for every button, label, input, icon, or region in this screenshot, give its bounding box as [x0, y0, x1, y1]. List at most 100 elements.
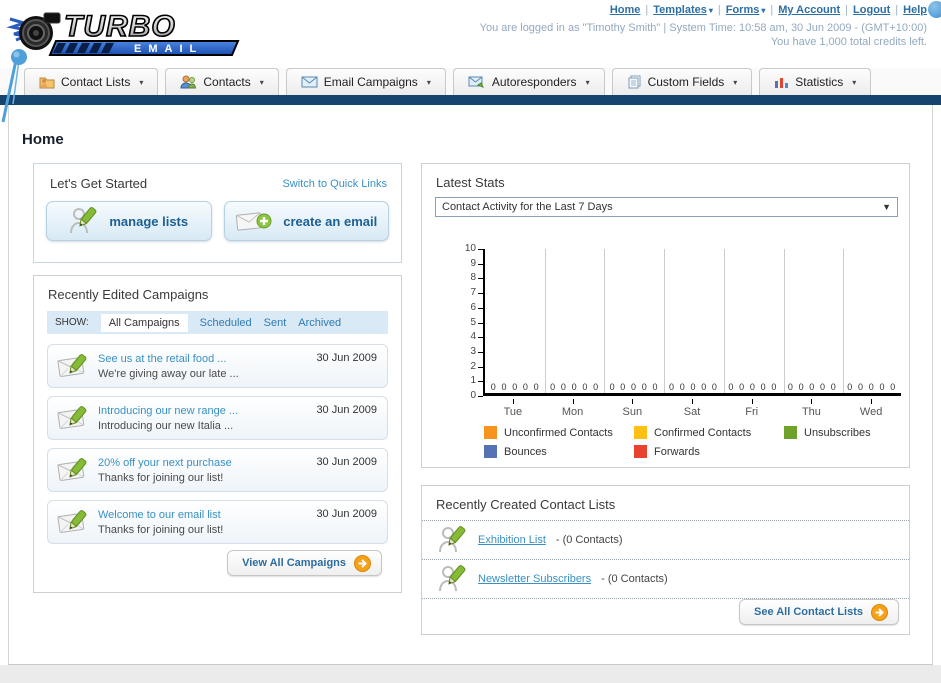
chart-gridline — [843, 249, 844, 393]
contact-list-items: Exhibition List - (0 Contacts) Newsletter … — [422, 520, 909, 599]
chart-value-label: 0 — [593, 382, 599, 392]
chart-gridline — [664, 249, 665, 393]
x-axis-tick — [632, 399, 634, 404]
chevron-down-icon: ▾ — [426, 77, 431, 87]
contact-list-link[interactable]: Exhibition List — [478, 534, 546, 546]
app-window: TURBO EMAIL Home | Templates ▾ | Forms ▾ | My Ac… — [0, 0, 941, 683]
nav-tab-email-campaigns[interactable]: Email Campaigns ▾ — [285, 68, 446, 95]
y-axis-tick — [478, 307, 483, 309]
header-link-help[interactable]: Help — [903, 4, 927, 16]
campaigns-title: Recently Edited Campaigns — [48, 287, 209, 302]
chart-value-label: 0 — [512, 382, 518, 392]
nav-accent-bar — [0, 95, 941, 105]
header-link-templates[interactable]: Templates — [653, 4, 707, 16]
see-all-contact-lists-label: See All Contact Lists — [753, 606, 863, 618]
view-all-campaigns-button[interactable]: View All Campaigns — [227, 550, 382, 576]
header-link-logout[interactable]: Logout — [853, 4, 890, 16]
campaign-filter-scheduled[interactable]: Scheduled — [200, 317, 252, 329]
logo-text-email: EMAIL — [134, 43, 203, 55]
contact-list-link[interactable]: Newsletter Subscribers — [478, 573, 591, 585]
campaign-title-link[interactable]: 20% off your next purchase — [98, 457, 232, 469]
chart-value-group: 00000 — [723, 382, 782, 392]
chart-value-label: 0 — [652, 382, 658, 392]
campaign-subtitle: Thanks for joining our list! — [98, 523, 224, 536]
nav-tab-contacts[interactable]: Contacts ▾ — [165, 68, 279, 95]
legend-label: Confirmed Contacts — [654, 426, 752, 439]
campaign-title-link[interactable]: Welcome to our email list — [98, 509, 223, 521]
campaign-filter-archived[interactable]: Archived — [298, 317, 341, 329]
legend-swatch — [484, 445, 497, 458]
y-axis-tick-label: 4 — [470, 331, 476, 343]
envelope-plus-icon — [235, 208, 273, 234]
stats-period-dropdown[interactable]: Contact Activity for the Last 7 Days ▼ — [435, 197, 898, 217]
campaign-date: 30 Jun 2009 — [316, 508, 377, 520]
header-link-my-account[interactable]: My Account — [778, 4, 840, 16]
manage-lists-button[interactable]: manage lists — [46, 201, 212, 241]
x-axis-label: Tue — [503, 406, 523, 418]
nav-tab-custom-fields[interactable]: Custom Fields ▾ — [611, 68, 753, 95]
x-axis-label: Fri — [745, 406, 759, 418]
x-axis-label: Wed — [859, 406, 883, 418]
campaign-subtitle: We're giving away our late ... — [98, 367, 239, 380]
contact-list-item[interactable]: Newsletter Subscribers - (0 Contacts) — [422, 559, 909, 598]
chart-value-label: 0 — [679, 382, 685, 392]
nav-tab-contact-lists[interactable]: Contact Lists ▾ — [24, 68, 159, 95]
header-link-forms[interactable]: Forms — [726, 4, 760, 16]
y-axis-tick — [478, 337, 483, 339]
legend-swatch — [634, 445, 647, 458]
chart-value-label: 0 — [890, 382, 896, 392]
y-axis-tick-label: 0 — [470, 390, 476, 401]
chart-value-label: 0 — [830, 382, 836, 392]
x-axis-tick — [692, 399, 693, 404]
header-right: Home | Templates ▾ | Forms ▾ | My Account | Logout… — [480, 4, 927, 48]
turbo-email-logo: TURBO EMAIL — [6, 3, 256, 59]
envelope-icon — [301, 76, 318, 88]
campaign-subtitle: Introducing our new Italia ... — [98, 419, 234, 432]
link-separator: | — [895, 4, 899, 16]
legend-swatch — [484, 426, 497, 439]
logo-text-turbo: TURBO — [64, 10, 176, 43]
campaign-filter-sent[interactable]: Sent — [264, 317, 287, 329]
chart-value-label: 0 — [560, 382, 566, 392]
nav-tab-statistics[interactable]: Statistics ▾ — [759, 68, 872, 95]
campaign-text: See us at the retail food ... We're givin… — [98, 353, 239, 380]
chart-value-label: 0 — [490, 382, 496, 392]
campaign-title-link[interactable]: Introducing our new range ... — [98, 405, 238, 417]
legend-item-bounces: Bounces — [484, 445, 634, 458]
chart-value-label: 0 — [760, 382, 766, 392]
campaign-list-item[interactable]: See us at the retail food ... We're givin… — [47, 344, 388, 388]
y-axis-tick — [478, 249, 483, 250]
legend-item-unconfirmed-contacts: Unconfirmed Contacts — [484, 426, 634, 439]
campaign-date: 30 Jun 2009 — [316, 404, 377, 416]
chart-gridline — [784, 249, 785, 393]
envelope-pencil-icon — [56, 404, 90, 432]
campaign-title-link[interactable]: See us at the retail food ... — [98, 353, 239, 365]
legend-label: Forwards — [654, 445, 700, 458]
y-axis-tick — [478, 381, 483, 383]
create-an-email-button[interactable]: create an email — [223, 201, 389, 241]
chart-value-label: 0 — [728, 382, 734, 392]
link-separator: | — [770, 4, 774, 16]
nav-tab-autoresponders[interactable]: Autoresponders ▾ — [452, 68, 605, 95]
y-axis-tick-label: 5 — [470, 316, 476, 328]
campaign-text: Introducing our new range ... Introducing… — [98, 405, 238, 432]
header-link-home[interactable]: Home — [610, 4, 641, 16]
y-axis-tick — [478, 263, 483, 265]
y-axis-tick — [478, 366, 483, 368]
x-axis-tick — [871, 399, 873, 404]
chart-value-label: 0 — [809, 382, 815, 392]
y-axis-tick-label: 10 — [464, 243, 476, 254]
get-started-button-label: create an email — [283, 213, 378, 229]
chart-value-group: 00000 — [604, 382, 663, 392]
see-all-contact-lists-button[interactable]: See All Contact Lists — [738, 599, 899, 625]
y-axis-tick — [478, 278, 483, 280]
switch-quick-links-link[interactable]: Switch to Quick Links — [282, 178, 387, 190]
legend-label: Unsubscribes — [804, 426, 871, 439]
contact-list-item[interactable]: Exhibition List - (0 Contacts) — [422, 520, 909, 559]
pages-icon — [627, 75, 642, 89]
x-axis-tick — [751, 399, 753, 404]
campaign-list-item[interactable]: 20% off your next purchase Thanks for joi… — [47, 448, 388, 492]
campaign-list-item[interactable]: Welcome to our email list Thanks for join… — [47, 500, 388, 544]
campaign-list-item[interactable]: Introducing our new range ... Introducing… — [47, 396, 388, 440]
campaign-filter-all-campaigns[interactable]: All Campaigns — [100, 313, 188, 332]
